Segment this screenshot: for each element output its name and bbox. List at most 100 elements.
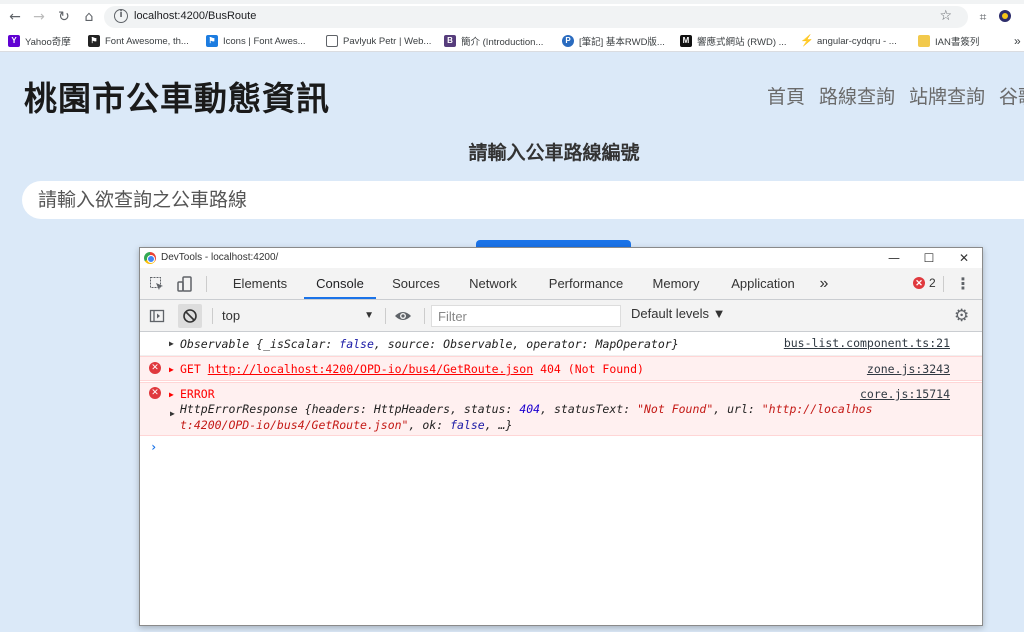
bookmark-rwd-notes[interactable]: P [筆記] 基本RWD版... bbox=[562, 33, 665, 49]
bookmark-label: Icons | Font Awes... bbox=[223, 35, 306, 47]
bookmark-label: Pavlyuk Petr | Web... bbox=[343, 35, 432, 47]
screenshot-extension-icon[interactable]: ⌗ bbox=[974, 8, 992, 26]
divider bbox=[206, 276, 207, 292]
source-link[interactable]: core.js:15714 bbox=[860, 387, 950, 401]
bookmarks-bar: Y Yahoo奇摩 ⚑ Font Awesome, th... ⚑ Icons … bbox=[0, 30, 1024, 52]
chrome-icon bbox=[144, 252, 156, 264]
bookmark-font-awesome[interactable]: ⚑ Font Awesome, th... bbox=[88, 33, 189, 49]
bookmarks-overflow-button[interactable]: » bbox=[1014, 33, 1021, 49]
log-levels-dropdown[interactable]: Default levels ▼ bbox=[631, 306, 726, 321]
bolt-icon: ⚡ bbox=[800, 35, 814, 47]
site-info-icon[interactable]: i bbox=[114, 9, 128, 23]
reload-icon[interactable]: ↻ bbox=[55, 8, 73, 26]
error-count-badge[interactable]: ✕ 2 bbox=[913, 276, 936, 290]
page-subtitle: 請輸入公車路線編號 bbox=[468, 142, 640, 164]
bookmark-label: [筆記] 基本RWD版... bbox=[579, 37, 665, 48]
tab-console[interactable]: Console bbox=[304, 268, 376, 299]
nav-google[interactable]: 谷歌 bbox=[999, 82, 1024, 109]
route-search-input[interactable] bbox=[22, 181, 1024, 219]
bookmark-rwd-site[interactable]: M 響應式網站 (RWD) ... bbox=[680, 33, 787, 49]
bookmark-label: Yahoo奇摩 bbox=[25, 37, 71, 48]
error-label: ERROR bbox=[180, 387, 215, 401]
expand-arrow-icon[interactable]: ▶ bbox=[169, 365, 174, 374]
console-error-entry[interactable]: ✕ ▶ ERROR core.js:15714 ▶ HttpErrorRespo… bbox=[140, 382, 982, 436]
bookmark-yahoo[interactable]: Y Yahoo奇摩 bbox=[8, 33, 71, 49]
live-expression-eye-icon[interactable] bbox=[394, 308, 412, 328]
blog-icon: P bbox=[562, 35, 574, 47]
bookmark-label: angular-cydqru - ... bbox=[817, 35, 897, 47]
expand-arrow-icon[interactable]: ▶ bbox=[169, 339, 174, 348]
browser-toolbar: ← → ↻ ⌂ i localhost:4200/BusRoute ☆ ⌗ bbox=[0, 4, 1024, 30]
bootstrap-icon: B bbox=[444, 35, 456, 47]
bookmark-folder-ian[interactable]: IAN書簽列 bbox=[918, 33, 979, 49]
bookmark-icons-font-awesome[interactable]: ⚑ Icons | Font Awes... bbox=[206, 33, 306, 49]
folder-icon bbox=[918, 35, 930, 47]
error-icon: ✕ bbox=[149, 387, 161, 399]
bookmark-angular-cydqru[interactable]: ⚡ angular-cydqru - ... bbox=[800, 33, 897, 49]
page-icon bbox=[326, 35, 338, 47]
bookmark-label: Font Awesome, th... bbox=[105, 35, 189, 47]
console-error-entry[interactable]: ✕ ▶ GET http://localhost:4200/OPD-io/bus… bbox=[140, 356, 982, 381]
close-icon[interactable]: ✕ bbox=[956, 250, 972, 266]
tab-performance[interactable]: Performance bbox=[540, 268, 632, 299]
nav-route-search[interactable]: 路線查詢 bbox=[819, 82, 895, 109]
address-url[interactable]: localhost:4200/BusRoute bbox=[134, 10, 256, 22]
address-bar[interactable]: i localhost:4200/BusRoute ☆ bbox=[104, 6, 968, 28]
log-message: HttpErrorResponse {headers: HttpHeaders,… bbox=[180, 402, 873, 416]
console-settings-gear-icon[interactable]: ⚙ bbox=[954, 306, 969, 326]
clear-console-icon[interactable] bbox=[178, 304, 202, 328]
divider bbox=[212, 308, 213, 324]
maximize-icon[interactable]: ☐ bbox=[921, 250, 937, 266]
inspect-element-icon[interactable] bbox=[149, 276, 165, 296]
bookmark-label: 簡介 (Introduction... bbox=[461, 37, 544, 48]
console-log-entry[interactable]: ▶ Observable {_isScalar: false, source: … bbox=[140, 332, 982, 356]
error-icon: ✕ bbox=[149, 362, 161, 374]
sidebar-toggle-icon[interactable] bbox=[149, 308, 165, 328]
js-context-value: top bbox=[222, 308, 241, 323]
js-context-select[interactable]: top ▼ bbox=[222, 306, 374, 326]
home-icon[interactable]: ⌂ bbox=[80, 8, 98, 26]
log-message: GET http://localhost:4200/OPD-io/bus4/Ge… bbox=[180, 362, 644, 376]
bookmark-star-icon[interactable]: ☆ bbox=[939, 8, 952, 24]
source-link[interactable]: bus-list.component.ts:21 bbox=[784, 336, 950, 350]
console-prompt-icon[interactable]: › bbox=[150, 440, 157, 454]
page-title: 桃園市公車動態資訊 bbox=[24, 79, 330, 118]
browser-chrome: ← → ↻ ⌂ i localhost:4200/BusRoute ☆ ⌗ Y … bbox=[0, 0, 1024, 52]
console-filter-input[interactable] bbox=[431, 305, 621, 327]
error-count: 2 bbox=[929, 276, 936, 290]
request-url-link[interactable]: http://localhost:4200/OPD-io/bus4/GetRou… bbox=[208, 362, 533, 376]
devtools-window: DevTools - localhost:4200/ — ☐ ✕ Element… bbox=[139, 247, 983, 626]
expand-arrow-icon[interactable]: ▶ bbox=[169, 390, 174, 399]
more-tabs-button[interactable]: » bbox=[814, 268, 834, 299]
bookmark-bootstrap[interactable]: B 簡介 (Introduction... bbox=[444, 33, 543, 49]
medium-icon: M bbox=[680, 35, 692, 47]
extension-icon[interactable] bbox=[996, 8, 1014, 26]
kebab-menu-icon[interactable]: ⋮ bbox=[955, 274, 971, 293]
divider bbox=[943, 276, 944, 292]
tab-sources[interactable]: Sources bbox=[384, 268, 448, 299]
console-output: ▶ Observable {_isScalar: false, source: … bbox=[140, 332, 982, 625]
expand-arrow-icon[interactable]: ▶ bbox=[170, 409, 175, 418]
devtools-window-title: DevTools - localhost:4200/ bbox=[161, 252, 279, 263]
device-toolbar-icon[interactable] bbox=[177, 276, 193, 296]
tab-network[interactable]: Network bbox=[460, 268, 526, 299]
nav-stop-search[interactable]: 站牌查詢 bbox=[909, 82, 985, 109]
minimize-icon[interactable]: — bbox=[886, 250, 902, 266]
tab-memory[interactable]: Memory bbox=[645, 268, 707, 299]
tab-application[interactable]: Application bbox=[723, 268, 803, 299]
back-icon[interactable]: ← bbox=[6, 8, 24, 26]
dropdown-arrow-icon: ▼ bbox=[364, 310, 374, 321]
log-message: Observable {_isScalar: false, source: Ob… bbox=[180, 337, 679, 351]
source-link[interactable]: zone.js:3243 bbox=[867, 362, 950, 376]
devtools-tabbar: Elements Console Sources Network Perform… bbox=[140, 268, 982, 300]
devtools-titlebar: DevTools - localhost:4200/ — ☐ ✕ bbox=[140, 248, 982, 268]
tab-elements[interactable]: Elements bbox=[224, 268, 296, 299]
forward-icon[interactable]: → bbox=[30, 8, 48, 26]
main-nav: 首頁 路線查詢 站牌查詢 谷歌 bbox=[767, 82, 1024, 109]
yahoo-icon: Y bbox=[8, 35, 20, 47]
bookmark-label: IAN書簽列 bbox=[935, 37, 980, 48]
flag-icon: ⚑ bbox=[206, 35, 218, 47]
nav-home[interactable]: 首頁 bbox=[767, 82, 805, 109]
divider bbox=[424, 308, 425, 324]
bookmark-pavlyuk[interactable]: Pavlyuk Petr | Web... bbox=[326, 33, 431, 49]
